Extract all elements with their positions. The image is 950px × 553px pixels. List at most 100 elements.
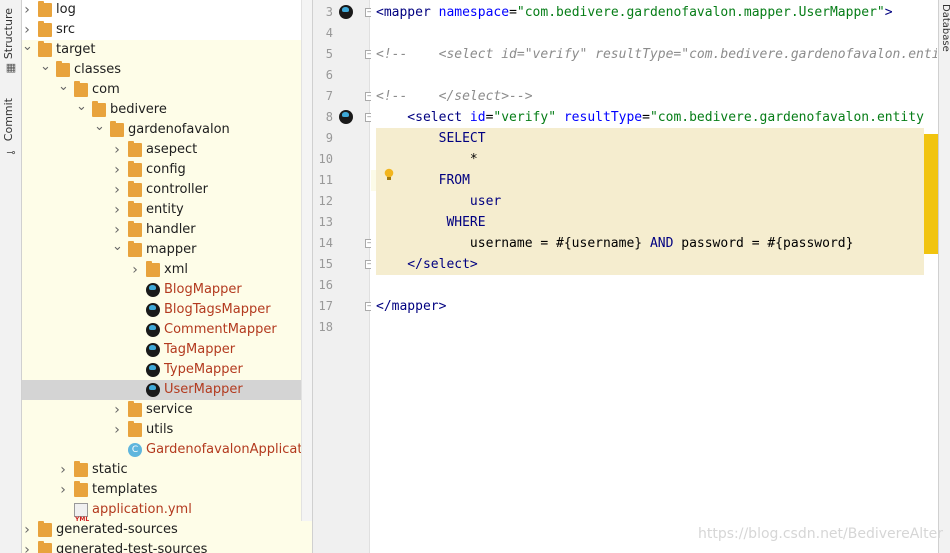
code-token: username = #{username} [376, 236, 650, 251]
folder-icon [128, 161, 142, 177]
code-line: * [376, 149, 478, 170]
tree-item-label: handler [146, 222, 196, 237]
tree-item-static[interactable]: › static [22, 460, 312, 480]
chevron-right-icon[interactable]: › [112, 220, 122, 240]
code-line: username = #{username} AND password = #{… [376, 233, 854, 254]
code-token: * [376, 152, 478, 167]
tree-item-tagmapper[interactable]: TagMapper [22, 340, 312, 360]
folder-icon [146, 261, 160, 277]
tree-item-gardenofavalon[interactable]: ⌄ gardenofavalon [22, 120, 312, 140]
tree-item-templates[interactable]: › templates [22, 480, 312, 500]
tree-item-application-yml[interactable]: application.yml [22, 500, 312, 530]
line-number: 10 [318, 152, 333, 166]
chevron-down-icon[interactable]: ⌄ [58, 80, 69, 100]
tree-item-com[interactable]: ⌄ com [22, 80, 312, 100]
structure-tab[interactable]: Structure [2, 8, 15, 59]
tree-item-blogmapper[interactable]: BlogMapper [22, 280, 312, 300]
tree-item-entity[interactable]: › entity [22, 200, 312, 220]
lightbulb-icon[interactable] [384, 168, 394, 181]
project-tree: › log › src ⌄ target ⌄ classes ⌄ com ⌄ bedivere ⌄ gar… [22, 0, 312, 553]
tree-item-xml[interactable]: › xml [22, 260, 312, 280]
tree-item-mapper[interactable]: ⌄ mapper [22, 240, 312, 260]
chevron-right-icon[interactable]: › [112, 420, 122, 440]
code-line: <!-- <select id="verify" resultType="com… [376, 44, 937, 65]
tree-item-src[interactable]: › src [22, 20, 312, 40]
tree-item-asepect[interactable]: › asepect [22, 140, 312, 160]
chevron-right-icon[interactable]: › [130, 260, 140, 280]
tree-item-label: BlogMapper [164, 282, 242, 297]
tree-item-commentmapper[interactable]: CommentMapper [22, 320, 312, 340]
tree-item-label: entity [146, 202, 184, 217]
chevron-right-icon[interactable]: › [112, 200, 122, 220]
tree-item-service[interactable]: › service [22, 400, 312, 420]
tree-item-utils[interactable]: › utils [22, 420, 312, 440]
tree-item-gardenofavalonapplication[interactable]: C GardenofavalonApplication [22, 440, 312, 460]
chevron-down-icon[interactable]: ⌄ [112, 240, 123, 260]
error-stripe-marker[interactable] [924, 134, 938, 254]
tree-item-target[interactable]: ⌄ target [22, 40, 312, 60]
chevron-right-icon[interactable]: › [58, 480, 68, 500]
code-editor[interactable]: <mapper namespace="com.bedivere.gardenof… [371, 0, 937, 553]
right-tool-strip: Database [938, 0, 950, 553]
folder-icon [56, 61, 70, 77]
mybatis-gutter-icon[interactable] [339, 5, 353, 19]
tree-item-bedivere[interactable]: ⌄ bedivere [22, 100, 312, 120]
mybatis-gutter-icon[interactable] [339, 110, 353, 124]
code-token: <mapper [376, 5, 439, 20]
commit-tab[interactable]: Commit [2, 98, 15, 141]
tree-item-classes[interactable]: ⌄ classes [22, 60, 312, 80]
chevron-right-icon[interactable]: › [112, 180, 122, 200]
structure-icon[interactable]: ▦ [5, 62, 17, 74]
mybatis-icon [146, 323, 160, 337]
tree-item-usermapper[interactable]: UserMapper [22, 380, 312, 400]
tree-item-label: config [146, 162, 186, 177]
code-token: = [509, 5, 517, 20]
tree-item-generated-test-sources[interactable]: › generated-test-sources [22, 540, 312, 553]
code-line: SELECT [376, 128, 486, 149]
folder-icon [74, 461, 88, 477]
folder-icon [128, 201, 142, 217]
tree-item-label: templates [92, 482, 158, 497]
mybatis-icon [146, 303, 160, 317]
chevron-right-icon[interactable]: › [22, 0, 32, 20]
code-token: WHERE [376, 215, 486, 230]
chevron-right-icon[interactable]: › [22, 20, 32, 40]
tree-item-log[interactable]: › log [22, 0, 312, 20]
yml-file-icon [74, 503, 89, 530]
tree-item-label: xml [164, 262, 188, 277]
chevron-right-icon[interactable]: › [58, 460, 68, 480]
chevron-down-icon[interactable]: ⌄ [94, 120, 105, 140]
mybatis-icon [146, 363, 160, 377]
database-tab-label: Database [940, 4, 950, 52]
tree-item-label: classes [74, 62, 122, 77]
mybatis-icon [146, 343, 160, 357]
tree-item-blogtagsmapper[interactable]: BlogTagsMapper [22, 300, 312, 320]
tree-item-label: application.yml [92, 502, 192, 517]
tree-item-config[interactable]: › config [22, 160, 312, 180]
commit-tab-label: Commit [2, 98, 15, 142]
chevron-down-icon[interactable]: ⌄ [76, 100, 87, 120]
tree-item-handler[interactable]: › handler [22, 220, 312, 240]
chevron-right-icon[interactable]: › [22, 540, 32, 553]
tree-item-typemapper[interactable]: TypeMapper [22, 360, 312, 380]
chevron-right-icon[interactable]: › [112, 400, 122, 420]
editor-gutter: 3 4 5 6 7 8 9 10 11 12 13 14 15 16 17 18− − − − − − − [313, 0, 374, 553]
commit-icon[interactable]: ⊸ [5, 147, 17, 159]
chevron-down-icon[interactable]: ⌄ [40, 60, 51, 80]
tree-scrollbar[interactable] [301, 0, 312, 521]
database-tab[interactable]: Database [940, 4, 950, 52]
chevron-right-icon[interactable]: › [22, 520, 32, 540]
class-icon: C [128, 443, 142, 457]
code-token: > [884, 5, 893, 20]
code-token: "verify" [493, 110, 564, 125]
tree-item-controller[interactable]: › controller [22, 180, 312, 200]
tree-item-generated-sources[interactable]: › generated-sources [22, 520, 312, 540]
tree-item-label: generated-sources [56, 522, 178, 537]
chevron-down-icon[interactable]: ⌄ [22, 40, 33, 60]
chevron-right-icon[interactable]: › [112, 140, 122, 160]
folder-icon [38, 21, 52, 37]
chevron-right-icon[interactable]: › [112, 160, 122, 180]
folder-icon [38, 541, 52, 553]
code-token: id [469, 110, 486, 125]
code-token: = [642, 110, 650, 125]
